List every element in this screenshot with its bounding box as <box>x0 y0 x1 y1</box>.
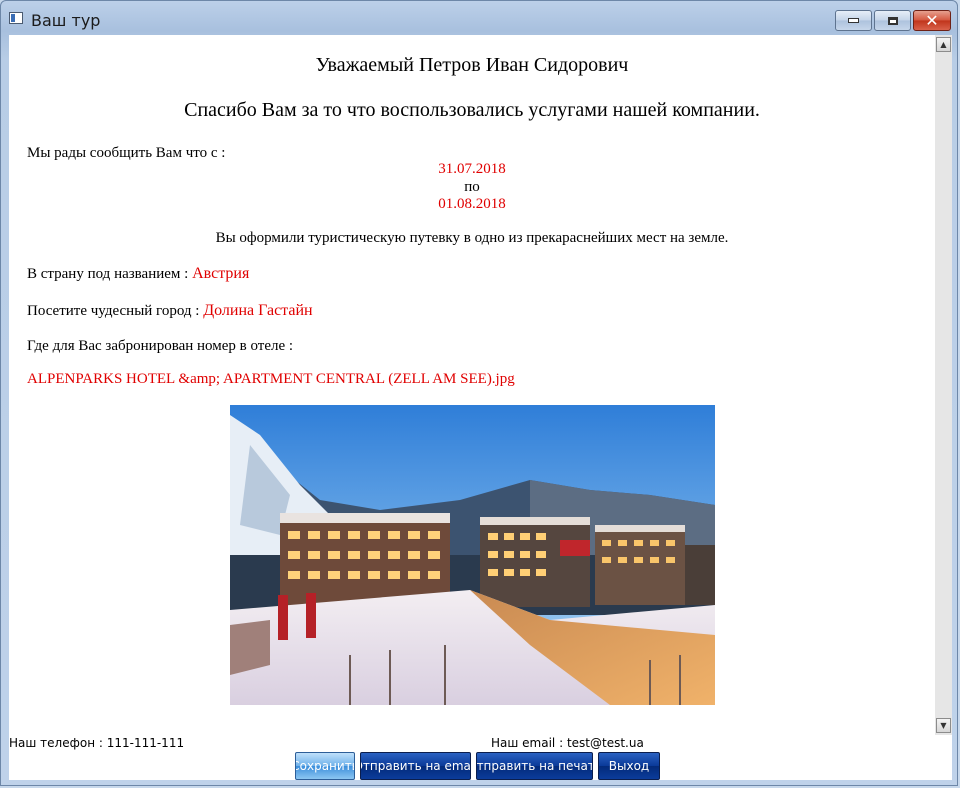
maximize-button[interactable] <box>874 10 911 31</box>
hotel-photo <box>230 405 715 705</box>
close-button[interactable]: ✕ <box>913 10 951 31</box>
exit-button[interactable]: Выход <box>598 752 660 780</box>
hotel-file-name: ALPENPARKS HOTEL &amp; APARTMENT CENTRAL… <box>27 371 515 387</box>
date-from: 31.07.2018 <box>438 161 506 177</box>
country-line: В страну под названием : Австрия <box>27 265 249 283</box>
tour-window: Ваш тур ✕ Уважаемый Петров Иван Сидорови… <box>0 0 958 786</box>
country-value: Австрия <box>192 265 250 282</box>
glad-text: Мы рады сообщить Вам что с : <box>27 145 226 161</box>
country-label: В страну под названием : <box>27 266 193 282</box>
minimize-button[interactable] <box>835 10 872 31</box>
send-print-button[interactable]: Отправить на печать <box>476 752 593 780</box>
window-title: Ваш тур <box>31 11 101 30</box>
email-text: Наш email : test@test.ua <box>491 736 644 750</box>
close-icon: ✕ <box>925 10 939 30</box>
letter-viewer[interactable]: Уважаемый Петров Иван Сидорович Спасибо … <box>9 35 935 735</box>
app-window-icon[interactable] <box>9 12 23 24</box>
minimize-icon <box>848 18 859 23</box>
window-content: Уважаемый Петров Иван Сидорович Спасибо … <box>9 35 952 780</box>
city-line: Посетите чудесный город : Долина Гастайн <box>27 302 313 320</box>
city-value: Долина Гастайн <box>203 302 313 319</box>
phone-text: Наш телефон : 111-111-111 <box>9 736 185 750</box>
date-separator: по <box>464 179 480 195</box>
title-bar[interactable]: Ваш тур ✕ <box>1 1 957 35</box>
send-email-button[interactable]: Отправить на email <box>360 752 471 780</box>
hotel-label: Где для Вас забронирован номер в отеле : <box>27 338 294 354</box>
city-label: Посетите чудесный город : <box>27 303 204 319</box>
save-button[interactable]: Сохранить <box>295 752 355 780</box>
scroll-up-button[interactable]: ▲ <box>936 37 951 52</box>
vertical-scrollbar[interactable]: ▲ ▼ <box>935 35 952 735</box>
greeting-heading: Уважаемый Петров Иван Сидорович <box>315 54 629 76</box>
maximize-icon <box>887 16 898 25</box>
thanks-heading: Спасибо Вам за то что воспользовались ус… <box>184 99 760 121</box>
scroll-down-button[interactable]: ▼ <box>936 718 951 733</box>
date-to: 01.08.2018 <box>438 196 506 212</box>
booked-text: Вы оформили туристическую путевку в одно… <box>215 230 729 246</box>
